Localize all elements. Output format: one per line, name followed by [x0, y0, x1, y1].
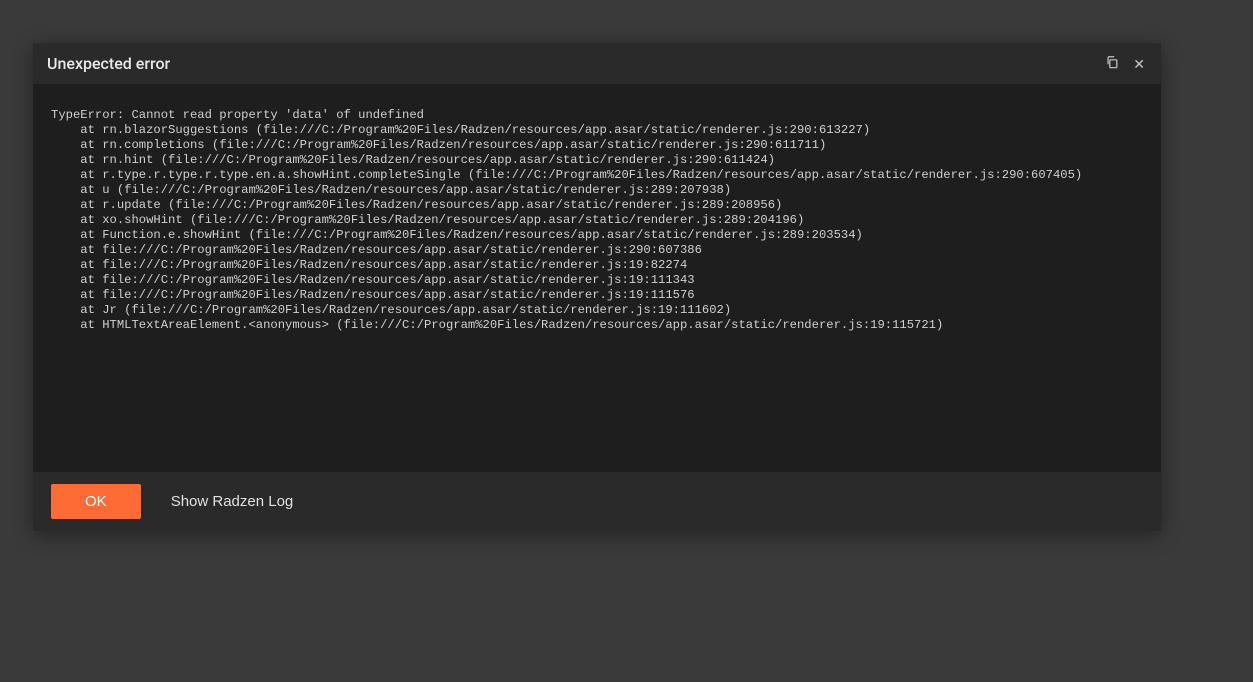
- copy-icon: [1105, 55, 1119, 72]
- dialog-body: TypeError: Cannot read property 'data' o…: [33, 84, 1161, 472]
- dialog-header-actions: ✕: [1103, 53, 1147, 74]
- error-dialog: Unexpected error ✕ TypeError: Cannot rea…: [33, 43, 1161, 531]
- close-icon: ✕: [1133, 57, 1145, 71]
- show-log-button[interactable]: Show Radzen Log: [167, 484, 298, 519]
- copy-button[interactable]: [1103, 53, 1121, 74]
- error-stacktrace: TypeError: Cannot read property 'data' o…: [51, 108, 1143, 333]
- dialog-header: Unexpected error ✕: [33, 43, 1161, 84]
- ok-button[interactable]: OK: [51, 484, 141, 519]
- dialog-title: Unexpected error: [47, 54, 170, 73]
- dialog-footer: OK Show Radzen Log: [33, 472, 1161, 531]
- close-button[interactable]: ✕: [1131, 55, 1147, 73]
